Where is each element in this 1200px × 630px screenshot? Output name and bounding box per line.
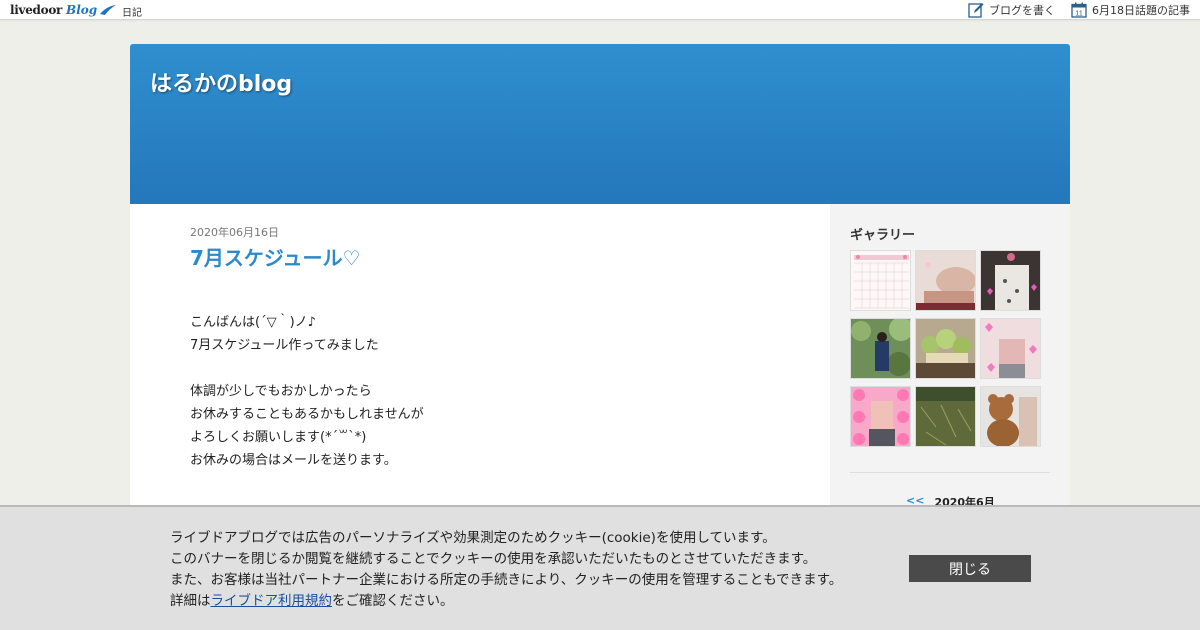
terms-link[interactable]: ライブドア利用規約 bbox=[211, 593, 333, 609]
post-line: お休みすることもあるかもしれませんが bbox=[190, 407, 424, 422]
gallery-thumb[interactable] bbox=[850, 250, 911, 311]
post-line: 7月スケジュール作ってみました bbox=[190, 338, 379, 353]
post-line: 体調が少しでもおかしかったら bbox=[190, 384, 372, 399]
cookie-line: また、お客様は当社パートナー企業における所定の手続きにより、クッキーの使用を管理… bbox=[170, 572, 843, 588]
post-line: こんばんは(´▽｀)ノ♪ bbox=[190, 315, 316, 330]
gallery-thumb[interactable] bbox=[980, 250, 1041, 311]
blog-header: はるかのblog bbox=[130, 44, 1070, 204]
write-blog-label: ブログを書く bbox=[989, 4, 1055, 17]
write-blog-link[interactable]: ブログを書く bbox=[968, 2, 1055, 18]
gallery-thumb[interactable] bbox=[980, 386, 1041, 447]
gallery-thumb[interactable] bbox=[850, 318, 911, 379]
post-line: お休みの場合はメールを送ります。 bbox=[190, 453, 397, 468]
logo-blog-text: Blog bbox=[66, 3, 98, 17]
livedoor-blog-logo[interactable]: livedoor Blog bbox=[10, 2, 117, 18]
gallery-thumb[interactable] bbox=[915, 386, 976, 447]
cookie-details-prefix: 詳細は bbox=[170, 593, 211, 609]
cookie-line: ライブドアブログでは広告のパーソナライズや効果測定のためクッキー(cookie)… bbox=[170, 530, 776, 546]
logo-swoosh-icon bbox=[100, 5, 117, 15]
gallery-grid bbox=[850, 250, 1045, 447]
blog-post: 2020年06月16日 7月スケジュール♡ こんばんは(´▽｀)ノ♪ 7月スケジ… bbox=[190, 224, 770, 472]
post-date: 2020年06月16日 bbox=[190, 226, 279, 239]
post-line: よろしくお願いします(*´꒳`*) bbox=[190, 430, 367, 445]
post-line bbox=[190, 357, 770, 380]
calendar-icon: 11 bbox=[1071, 2, 1087, 18]
gallery-thumb[interactable] bbox=[850, 386, 911, 447]
cookie-details-suffix: をご確認ください。 bbox=[332, 593, 454, 609]
topic-article-link[interactable]: 11 6月18日話題の記事 bbox=[1071, 2, 1190, 18]
topic-article-label: 6月18日話題の記事 bbox=[1092, 4, 1190, 17]
gallery-thumb[interactable] bbox=[915, 250, 976, 311]
top-bar-actions: ブログを書く 11 6月18日話題の記事 bbox=[968, 1, 1190, 19]
gallery-thumb[interactable] bbox=[980, 318, 1041, 379]
gallery-heading: ギャラリー bbox=[850, 228, 916, 243]
nav-diary-link[interactable]: 日記 bbox=[122, 4, 142, 19]
cookie-line: このバナーを閉じるか閲覧を継続することでクッキーの使用を承認いただいたものとさせ… bbox=[170, 551, 817, 567]
calendar-day-number: 11 bbox=[1075, 9, 1083, 18]
cookie-banner: ライブドアブログでは広告のパーソナライズや効果測定のためクッキー(cookie)… bbox=[0, 505, 1200, 630]
logo-livedoor-text: livedoor bbox=[10, 3, 63, 17]
close-banner-button[interactable]: 閉じる bbox=[909, 555, 1031, 582]
cookie-line-details: 詳細はライブドア利用規約をご確認ください。 bbox=[170, 591, 842, 612]
sidebar-divider bbox=[850, 472, 1050, 473]
pencil-icon bbox=[968, 3, 984, 18]
post-body: こんばんは(´▽｀)ノ♪ 7月スケジュール作ってみました 体調が少しでもおかしか… bbox=[190, 311, 770, 472]
cookie-text: ライブドアブログでは広告のパーソナライズや効果測定のためクッキー(cookie)… bbox=[170, 528, 842, 612]
post-title[interactable]: 7月スケジュール♡ bbox=[190, 242, 770, 271]
blog-title[interactable]: はるかのblog bbox=[150, 66, 292, 98]
top-bar: livedoor Blog 日記 ブログを書く 11 6月18日話題の記事 bbox=[0, 0, 1200, 20]
gallery-thumb[interactable] bbox=[915, 318, 976, 379]
